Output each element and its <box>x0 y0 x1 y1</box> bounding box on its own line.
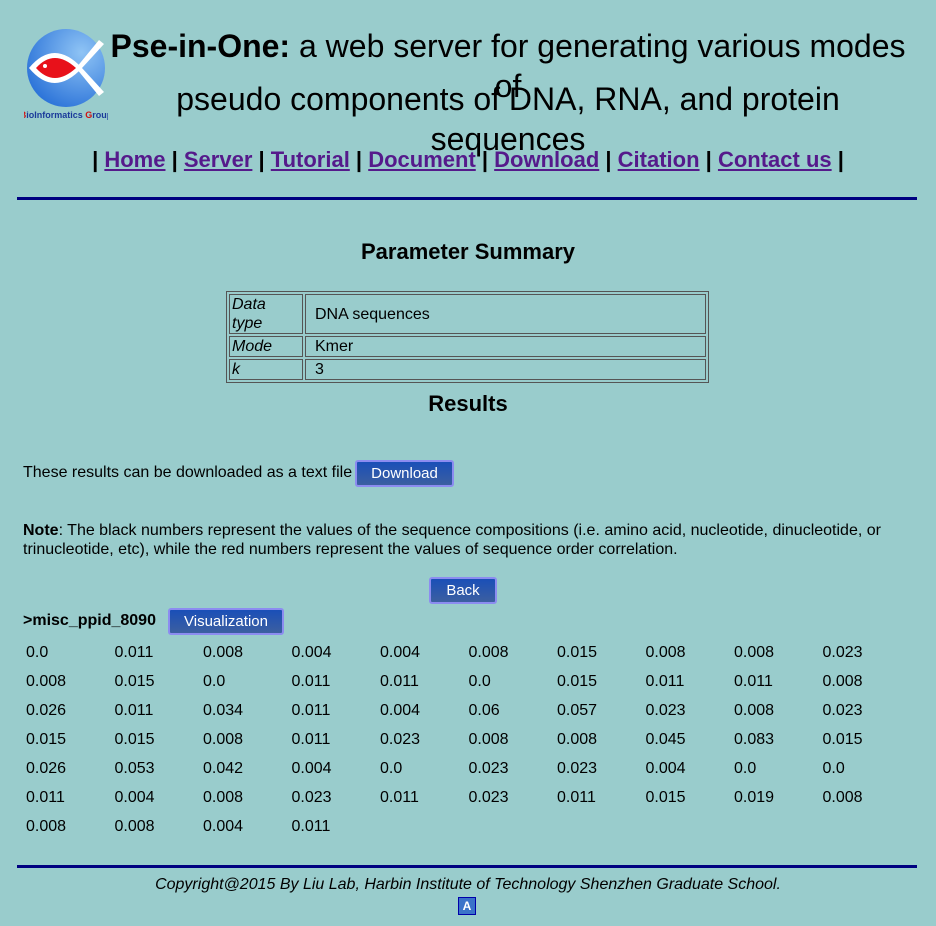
result-value: 0.011 <box>557 789 596 806</box>
table-row: k3 <box>229 359 706 380</box>
result-value: 0.011 <box>114 644 154 661</box>
result-value: 0.008 <box>822 673 863 690</box>
svg-text:BioInformatics Group: BioInformatics Group <box>24 110 108 120</box>
result-value: 0.06 <box>468 702 500 719</box>
result-value: 0.011 <box>734 673 773 690</box>
result-value: 0.008 <box>734 644 775 661</box>
result-value: 0.015 <box>557 673 598 690</box>
result-value: 0.023 <box>468 789 509 806</box>
table-row: Data type DNA sequences <box>229 294 706 334</box>
result-value: 0.011 <box>291 673 331 690</box>
result-value: 0.008 <box>203 789 244 806</box>
result-value: 0.011 <box>291 818 331 835</box>
result-value: 0.023 <box>291 789 332 806</box>
result-value: 0.0 <box>203 673 226 690</box>
sequence-name: >misc_ppid_8090 <box>23 612 156 629</box>
result-value: 0.015 <box>645 789 686 806</box>
result-value: 0.023 <box>822 644 863 661</box>
table-row: Mode Kmer <box>229 336 706 357</box>
result-value: 0.026 <box>26 702 67 719</box>
visualization-button[interactable]: Visualization <box>168 608 284 635</box>
result-value: 0.004 <box>114 789 155 806</box>
result-value: 0.045 <box>645 731 686 748</box>
result-value: 0.023 <box>822 702 863 719</box>
result-value: 0.057 <box>557 702 598 719</box>
bioinformatics-group-logo: BioInformatics Group <box>24 29 108 120</box>
result-value: 0.015 <box>114 673 155 690</box>
nav-document[interactable]: Document <box>368 147 476 172</box>
result-value: 0.004 <box>380 702 421 719</box>
result-value: 0.008 <box>557 731 598 748</box>
result-value: 0.011 <box>291 731 331 748</box>
page: BioInformatics Group Pse-in-One: a web s… <box>0 0 936 926</box>
result-value: 0.004 <box>645 760 686 777</box>
result-value: 0.019 <box>734 789 775 806</box>
result-value: 0.023 <box>468 760 509 777</box>
footer-divider <box>17 865 917 868</box>
results-heading: Results <box>428 391 508 416</box>
parameter-summary-heading: Parameter Summary <box>360 239 575 264</box>
result-value: 0.008 <box>822 789 863 806</box>
copyright: Copyright@2015 By Liu Lab, Harbin Instit… <box>155 876 781 893</box>
result-value: 0.011 <box>380 789 419 806</box>
result-value: 0.053 <box>114 760 155 777</box>
nav-home[interactable]: Home <box>104 147 165 172</box>
result-value: 0.008 <box>468 644 509 661</box>
result-value: 0.008 <box>26 673 67 690</box>
note: Note: The black numbers represent the va… <box>23 522 881 558</box>
result-value: 0.023 <box>380 731 421 748</box>
result-value: 0.023 <box>557 760 598 777</box>
result-value: 0.011 <box>645 673 685 690</box>
result-value: 0.008 <box>645 644 686 661</box>
nav-tutorial[interactable]: Tutorial <box>271 147 350 172</box>
result-value: 0.008 <box>114 818 155 835</box>
result-value: 0.015 <box>114 731 155 748</box>
result-value: 0.011 <box>380 673 419 690</box>
download-text: These results can be downloaded as a tex… <box>23 464 353 481</box>
result-value: 0.0 <box>734 760 757 777</box>
result-value: 0.008 <box>203 731 244 748</box>
nav-download[interactable]: Download <box>494 147 599 172</box>
result-value: 0.034 <box>203 702 244 719</box>
result-value: 0.004 <box>203 818 244 835</box>
main-nav: | Home | Server | Tutorial | Document | … <box>92 147 844 172</box>
result-value: 0.008 <box>26 818 67 835</box>
back-button[interactable]: Back <box>429 577 497 604</box>
result-value: 0.0 <box>380 760 403 777</box>
result-value: 0.011 <box>26 789 65 806</box>
result-value: 0.0 <box>468 673 491 690</box>
result-value: 0.008 <box>468 731 509 748</box>
result-value: 0.008 <box>734 702 775 719</box>
result-value: 0.083 <box>734 731 775 748</box>
result-value: 0.042 <box>203 760 244 777</box>
result-value: 0.015 <box>822 731 863 748</box>
result-value: 0.023 <box>645 702 686 719</box>
accessibility-icon[interactable]: A <box>458 897 476 915</box>
result-value: 0.015 <box>557 644 598 661</box>
result-value: 0.0 <box>822 760 845 777</box>
nav-contact[interactable]: Contact us <box>718 147 832 172</box>
divider <box>17 197 917 200</box>
nav-citation[interactable]: Citation <box>618 147 700 172</box>
result-value: 0.004 <box>291 760 332 777</box>
result-value: 0.0 <box>26 644 49 661</box>
result-value: 0.011 <box>114 702 154 719</box>
result-value: 0.004 <box>291 644 332 661</box>
result-value: 0.026 <box>26 760 67 777</box>
result-value: 0.004 <box>380 644 421 661</box>
result-value: 0.008 <box>203 644 244 661</box>
parameter-summary-table: Data type DNA sequences Mode Kmer k3 <box>226 291 709 383</box>
download-button[interactable]: Download <box>355 460 454 487</box>
nav-server[interactable]: Server <box>184 147 253 172</box>
result-value: 0.015 <box>26 731 67 748</box>
result-value: 0.011 <box>291 702 331 719</box>
